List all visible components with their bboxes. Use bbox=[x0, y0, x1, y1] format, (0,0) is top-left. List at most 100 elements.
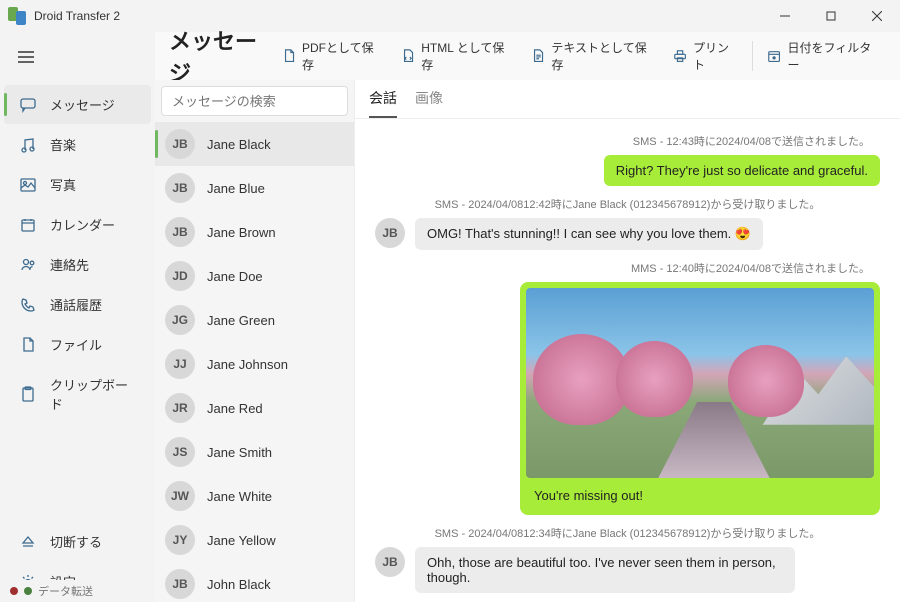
contact-name: Jane Smith bbox=[207, 445, 272, 460]
avatar: JG bbox=[165, 305, 195, 335]
contact-name: Jane Black bbox=[207, 137, 271, 152]
contacts-icon bbox=[20, 257, 36, 273]
close-button[interactable] bbox=[854, 0, 900, 32]
toolbar-save-pdf[interactable]: PDFとして保存 bbox=[274, 33, 389, 79]
nav-label: 通話履歴 bbox=[50, 295, 102, 314]
photo-icon bbox=[20, 177, 36, 193]
toolbar-label: テキストとして保存 bbox=[551, 39, 652, 73]
calendar-icon bbox=[20, 217, 36, 233]
mms-image[interactable] bbox=[526, 288, 874, 478]
mms-bubble: You're missing out! bbox=[520, 282, 880, 515]
nav-item-messages[interactable]: メッセージ bbox=[4, 85, 151, 124]
nav-item-files[interactable]: ファイル bbox=[4, 325, 151, 364]
tab-images[interactable]: 画像 bbox=[415, 88, 443, 118]
minimize-button[interactable] bbox=[762, 0, 808, 32]
conversation-main: 会話画像 SMS - 12:43時に2024/04/08で送信されました。 Rig… bbox=[355, 80, 900, 602]
contact-name: Jane Red bbox=[207, 401, 263, 416]
contact-name: Jane Green bbox=[207, 313, 275, 328]
hamburger-button[interactable] bbox=[0, 40, 155, 78]
contact-name: Jane Doe bbox=[207, 269, 263, 284]
contact-name: Jane Blue bbox=[207, 181, 265, 196]
app-icon bbox=[8, 7, 26, 25]
main-header: メッセージ PDFとして保存HTML として保存テキストとして保存プリント日付を… bbox=[155, 32, 900, 80]
message-list[interactable]: SMS - 12:43時に2024/04/08で送信されました。 Right? T… bbox=[355, 119, 900, 602]
status-dot-red bbox=[10, 587, 18, 595]
clipboard-icon bbox=[20, 386, 36, 402]
toolbar-save-text[interactable]: テキストとして保存 bbox=[523, 33, 661, 79]
conversation-item[interactable]: JB Jane Black bbox=[155, 122, 354, 166]
avatar: JB bbox=[375, 547, 405, 577]
nav-item-contacts[interactable]: 連絡先 bbox=[4, 245, 151, 284]
toolbar-print[interactable]: プリント bbox=[665, 33, 746, 79]
nav-item-disconnect[interactable]: 切断する bbox=[4, 522, 151, 561]
app-title: Droid Transfer 2 bbox=[34, 9, 120, 23]
conversation-item[interactable]: JB Jane Blue bbox=[155, 166, 354, 210]
pdf-icon bbox=[282, 49, 296, 64]
music-icon bbox=[20, 137, 36, 153]
toolbar: PDFとして保存 HTML として保存テキストとして保存 プリント 日付をフィルター bbox=[274, 33, 886, 79]
toolbar-label: PDFとして保存 bbox=[302, 39, 381, 73]
nav-label: メッセージ bbox=[50, 95, 115, 114]
avatar: JB bbox=[375, 218, 405, 248]
search-input[interactable] bbox=[161, 86, 348, 116]
nav-item-photos[interactable]: 写真 bbox=[4, 165, 151, 204]
statusbar: データ転送 bbox=[0, 580, 155, 602]
conversation-item[interactable]: JD Jane Doe bbox=[155, 254, 354, 298]
tabs: 会話画像 bbox=[355, 80, 900, 119]
message-meta: SMS - 12:43時に2024/04/08で送信されました。 bbox=[375, 133, 880, 149]
contact-name: Jane Johnson bbox=[207, 357, 288, 372]
conversation-item[interactable]: JWJane White bbox=[155, 474, 354, 518]
nav-item-calendar[interactable]: カレンダー bbox=[4, 205, 151, 244]
conversation-item[interactable]: JBJane Brown bbox=[155, 210, 354, 254]
avatar: JY bbox=[165, 525, 195, 555]
sidebar: メッセージ音楽写真カレンダー連絡先通話履歴ファイルクリップボード 切断する設定 bbox=[0, 32, 155, 602]
message-bubble: Right? They're just so delicate and grac… bbox=[604, 155, 880, 186]
toolbar-label: プリント bbox=[693, 39, 738, 73]
toolbar-filter-date[interactable]: 日付をフィルター bbox=[759, 33, 886, 79]
avatar: JS bbox=[165, 437, 195, 467]
date-icon bbox=[767, 49, 781, 64]
nav-label: クリップボード bbox=[50, 375, 135, 413]
conversation-item[interactable]: JBJohn Black bbox=[155, 562, 354, 602]
page-title: メッセージ bbox=[169, 24, 274, 88]
nav-label: カレンダー bbox=[50, 215, 115, 234]
eject-icon bbox=[20, 534, 36, 550]
toolbar-save-html[interactable]: HTML として保存 bbox=[393, 33, 519, 79]
contact-name: Jane White bbox=[207, 489, 272, 504]
conversation-item[interactable]: JS Jane Smith bbox=[155, 430, 354, 474]
titlebar: Droid Transfer 2 bbox=[0, 0, 900, 32]
html-icon bbox=[401, 49, 415, 64]
conversation-item[interactable]: JG Jane Green bbox=[155, 298, 354, 342]
nav-item-calls[interactable]: 通話履歴 bbox=[4, 285, 151, 324]
print-icon bbox=[673, 49, 687, 64]
conversation-item[interactable]: JY Jane Yellow bbox=[155, 518, 354, 562]
status-dot-green bbox=[24, 587, 32, 595]
toolbar-label: 日付をフィルター bbox=[787, 39, 878, 73]
avatar: JB bbox=[165, 129, 195, 159]
conversation-item[interactable]: JR Jane Red bbox=[155, 386, 354, 430]
avatar: JB bbox=[165, 217, 195, 247]
chat-icon bbox=[20, 97, 36, 113]
avatar: JR bbox=[165, 393, 195, 423]
message-text: You're missing out! bbox=[526, 478, 874, 509]
conversation-list: JB Jane Black JB Jane Blue JBJane Brown JD Jan… bbox=[155, 80, 355, 602]
message-meta: MMS - 12:40時に2024/04/08で送信されました。 bbox=[375, 260, 880, 276]
nav-label: 写真 bbox=[50, 175, 76, 194]
avatar: JB bbox=[165, 569, 195, 599]
avatar: JD bbox=[165, 261, 195, 291]
maximize-button[interactable] bbox=[808, 0, 854, 32]
contact-name: Jane Yellow bbox=[207, 533, 276, 548]
phone-icon bbox=[20, 297, 36, 313]
nav-item-music[interactable]: 音楽 bbox=[4, 125, 151, 164]
nav-label: 切断する bbox=[50, 532, 102, 551]
file-icon bbox=[20, 337, 36, 353]
message-bubble: OMG! That's stunning!! I can see why you… bbox=[415, 218, 763, 250]
conversation-item[interactable]: JJJane Johnson bbox=[155, 342, 354, 386]
message-meta: SMS - 2024/04/0812:42時にJane Black (01234… bbox=[375, 196, 880, 212]
message-meta: SMS - 2024/04/0812:34時にJane Black (01234… bbox=[375, 525, 880, 541]
avatar: JB bbox=[165, 173, 195, 203]
text-icon bbox=[531, 49, 545, 64]
tab-conversation[interactable]: 会話 bbox=[369, 88, 397, 118]
message-bubble: Ohh, those are beautiful too. I've never… bbox=[415, 547, 795, 593]
nav-item-clipboard[interactable]: クリップボード bbox=[4, 365, 151, 423]
